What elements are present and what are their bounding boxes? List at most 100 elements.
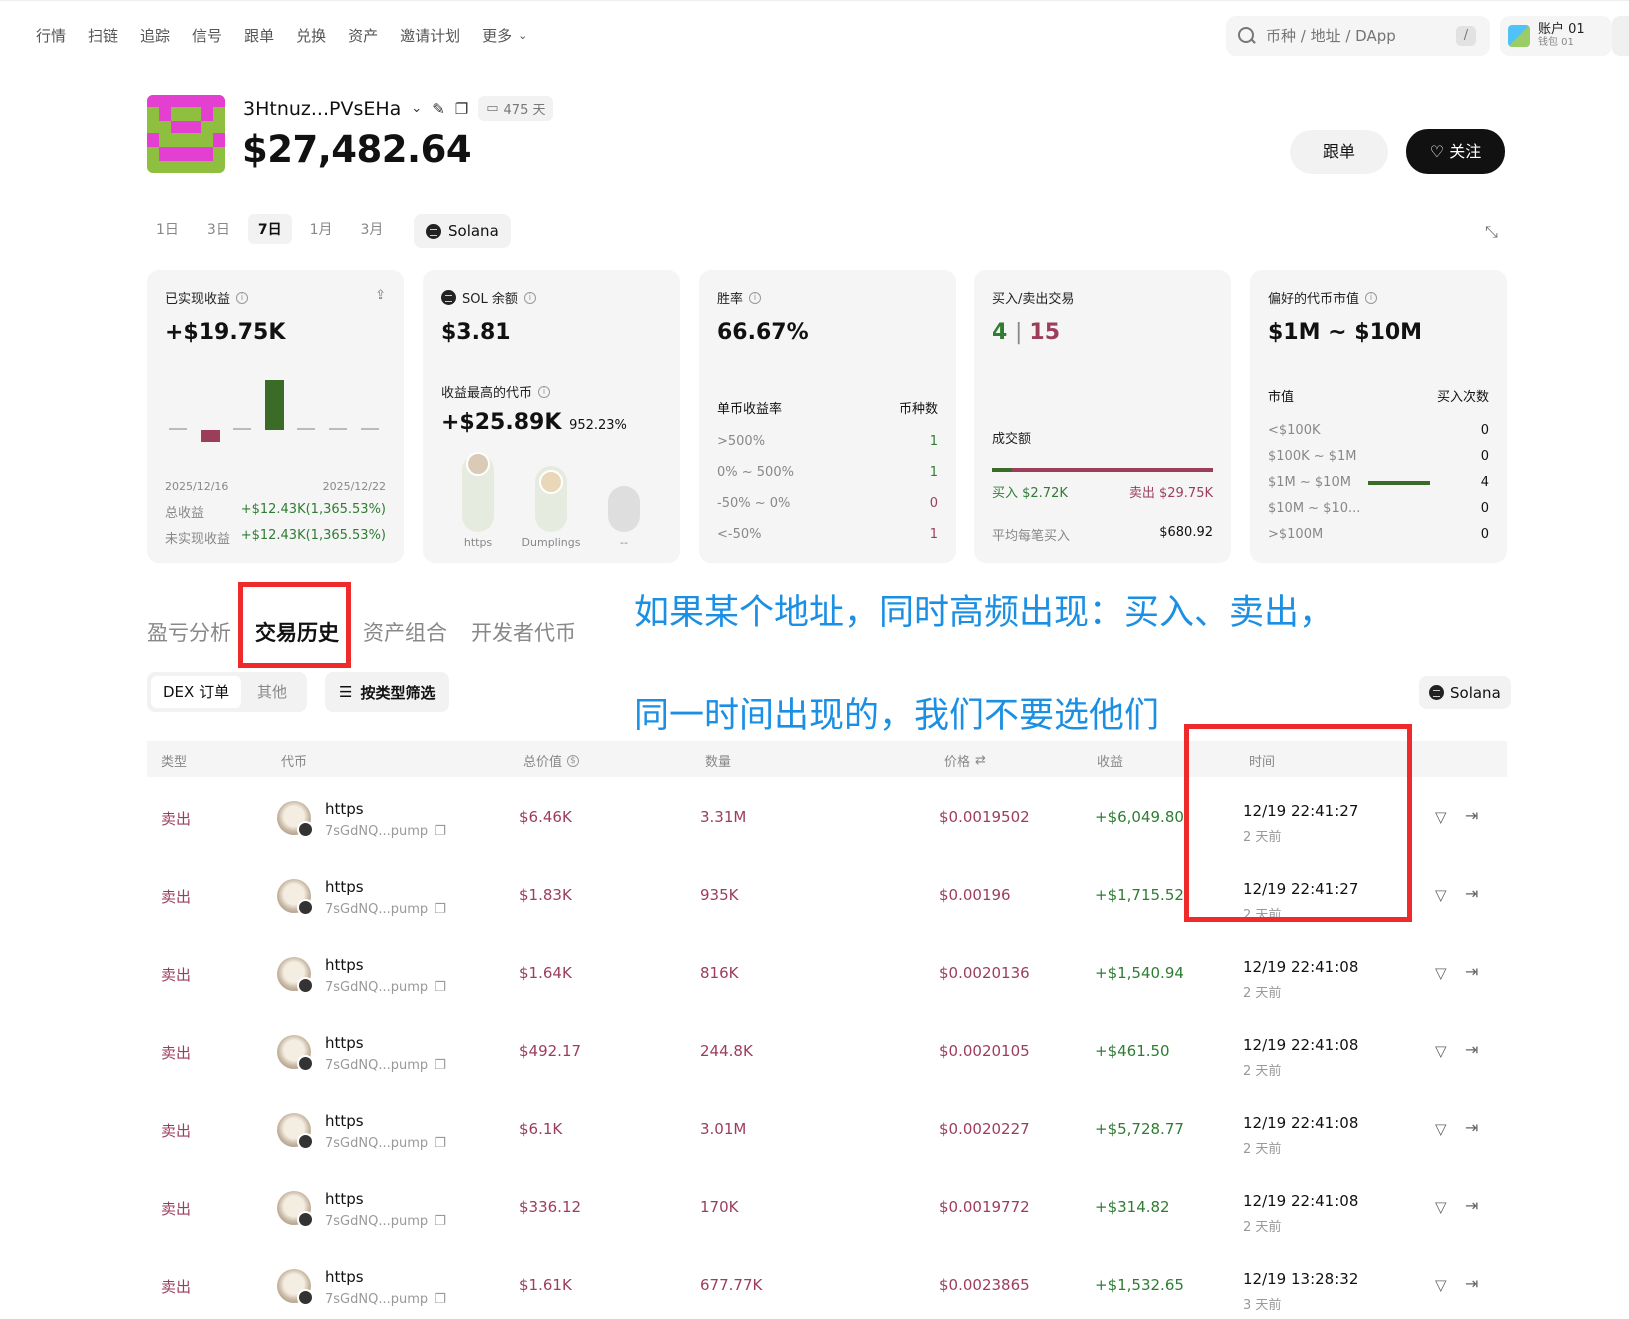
nav-item-assets[interactable]: 资产: [348, 25, 378, 46]
tab-portfolio[interactable]: 资产组合: [363, 617, 447, 647]
copy-trade-button[interactable]: 跟单: [1290, 130, 1388, 174]
account-switcher[interactable]: 账户 01 钱包 01: [1500, 16, 1612, 56]
swap-arrows-icon[interactable]: ⇄: [975, 753, 986, 768]
token-name[interactable]: https: [325, 800, 364, 818]
period-3d[interactable]: 3日: [197, 214, 240, 244]
nav-item-swap[interactable]: 兑换: [296, 25, 326, 46]
period-3m[interactable]: 3月: [351, 214, 394, 244]
chain-selector[interactable]: Solana: [414, 214, 511, 248]
share-arrow-icon[interactable]: ⇥: [1465, 962, 1478, 981]
period-1m[interactable]: 1月: [300, 214, 343, 244]
col-price[interactable]: 价格 ⇄: [944, 751, 986, 770]
sell-volume-bar: [992, 468, 1213, 472]
info-icon[interactable]: i: [1365, 291, 1378, 304]
nav-item-more[interactable]: 更多 ⌄: [482, 25, 527, 46]
tab-pnl-analysis[interactable]: 盈亏分析: [147, 617, 231, 647]
tab-dex-orders[interactable]: DEX 订单: [151, 676, 242, 708]
token-name[interactable]: https: [325, 956, 364, 974]
copy-icon[interactable]: ❐: [434, 824, 446, 839]
trade-count-label: 买入/卖出交易: [992, 292, 1075, 307]
mcap-range: <$100K: [1268, 423, 1321, 438]
table-row[interactable]: 卖出 https 7sGdNQ...pump ❐ $1.64K 816K $0.0…: [147, 934, 1507, 1012]
period-1d[interactable]: 1日: [146, 214, 189, 244]
trade-pnl: +$314.82: [1095, 1198, 1170, 1216]
token-address-text: 7sGdNQ...pump: [325, 824, 429, 839]
info-icon[interactable]: i: [523, 291, 536, 304]
realized-pnl-value: +$19.75K: [165, 320, 286, 345]
win-range: -50% ~ 0%: [717, 496, 791, 511]
share-arrow-icon[interactable]: ⇥: [1465, 1118, 1478, 1137]
nav-item-invite[interactable]: 邀请计划: [400, 25, 460, 46]
copy-icon[interactable]: ❐: [434, 1136, 446, 1151]
share-arrow-icon[interactable]: ⇥: [1465, 1274, 1478, 1293]
copy-icon[interactable]: ❐: [434, 1214, 446, 1229]
share-arrow-icon[interactable]: ⇥: [1465, 806, 1478, 825]
follow-button[interactable]: ♡ 关注: [1406, 129, 1505, 174]
copy-icon[interactable]: ❐: [434, 902, 446, 917]
token-address-text: 7sGdNQ...pump: [325, 980, 429, 995]
tab-dev-tokens[interactable]: 开发者代币: [471, 617, 576, 647]
filter-by-type-button[interactable]: ☰ 按类型筛选: [325, 672, 450, 712]
col-total[interactable]: 总价值 $: [523, 751, 580, 770]
copy-icon[interactable]: ❐: [434, 1292, 446, 1307]
share-arrow-icon[interactable]: ⇥: [1465, 884, 1478, 903]
share-arrow-icon[interactable]: ⇥: [1465, 1040, 1478, 1059]
period-7d[interactable]: 7日: [247, 214, 292, 244]
token-name[interactable]: https: [325, 1190, 364, 1208]
table-row[interactable]: 卖出 https 7sGdNQ...pump ❐ $336.12 170K $0.…: [147, 1168, 1507, 1246]
edit-icon[interactable]: ✎: [432, 100, 445, 118]
info-icon[interactable]: i: [749, 291, 762, 304]
table-row[interactable]: 卖出 https 7sGdNQ...pump ❐ $6.1K 3.01M $0.0…: [147, 1090, 1507, 1168]
filter-icon[interactable]: ▽: [1435, 1276, 1447, 1294]
filter-icon[interactable]: ▽: [1435, 1198, 1447, 1216]
solana-icon: [1429, 685, 1444, 700]
token-name[interactable]: https: [325, 1268, 364, 1286]
wallet-address-row: 3Htnuz...PVsEHa ⌄ ✎ ❐ ▭ 475 天: [243, 96, 554, 121]
info-icon[interactable]: i: [538, 385, 551, 398]
overflow-panel-edge[interactable]: [1612, 16, 1629, 56]
search-icon: [1236, 25, 1258, 47]
search-box[interactable]: /: [1226, 16, 1490, 56]
filter-icon[interactable]: ▽: [1435, 964, 1447, 982]
token-name[interactable]: https: [325, 1034, 364, 1052]
filter-icon[interactable]: ▽: [1435, 808, 1447, 826]
info-icon[interactable]: i: [236, 291, 249, 304]
table-chain-selector[interactable]: Solana: [1419, 676, 1511, 709]
filter-icon[interactable]: ▽: [1435, 1120, 1447, 1138]
token-name[interactable]: https: [325, 878, 364, 896]
tab-other-orders[interactable]: 其他: [245, 676, 299, 708]
buy-count: 4: [992, 320, 1008, 345]
filter-icon[interactable]: ▽: [1435, 886, 1447, 904]
table-row[interactable]: 卖出 https 7sGdNQ...pump ❐ $492.17 244.8K $…: [147, 1012, 1507, 1090]
nav-item-copytrade[interactable]: 跟单: [244, 25, 274, 46]
share-icon[interactable]: ⇪: [375, 288, 386, 303]
currency-toggle-icon[interactable]: $: [567, 754, 580, 767]
avg-buy-value: $680.92: [1159, 525, 1213, 540]
nav-item-track[interactable]: 追踪: [140, 25, 170, 46]
filter-icon[interactable]: ▽: [1435, 1042, 1447, 1060]
top-token-label: 收益最高的代币: [441, 386, 533, 401]
copy-icon[interactable]: ❐: [434, 980, 446, 995]
chart-end-date: 2025/12/22: [322, 480, 386, 493]
wallet-address[interactable]: 3Htnuz...PVsEHa: [243, 98, 401, 120]
copy-icon[interactable]: ❐: [455, 100, 468, 118]
collapse-icon[interactable]: ⤡: [1485, 222, 1498, 242]
token-name[interactable]: https: [325, 1112, 364, 1130]
nav-item-market[interactable]: 行情: [36, 25, 66, 46]
trade-time: 12/19 13:28:32: [1243, 1270, 1359, 1288]
nav-item-signal[interactable]: 信号: [192, 25, 222, 46]
token-label-empty: --: [620, 536, 628, 549]
table-row[interactable]: 卖出 https 7sGdNQ...pump ❐ $1.61K 677.77K $…: [147, 1246, 1507, 1319]
trade-total: $6.46K: [519, 808, 572, 826]
nav-item-scan[interactable]: 扫链: [88, 25, 118, 46]
copy-icon[interactable]: ❐: [434, 1058, 446, 1073]
win-rate-col-range: 单币收益率: [717, 402, 783, 417]
trade-total: $492.17: [519, 1042, 582, 1060]
token-address: 7sGdNQ...pump ❐: [325, 980, 446, 995]
share-arrow-icon[interactable]: ⇥: [1465, 1196, 1478, 1215]
token-address: 7sGdNQ...pump ❐: [325, 1136, 446, 1151]
token-avatar: [277, 801, 314, 838]
chevron-down-icon[interactable]: ⌄: [411, 101, 422, 116]
search-input[interactable]: [1266, 27, 1456, 45]
trade-amount: 3.01M: [700, 1120, 747, 1138]
